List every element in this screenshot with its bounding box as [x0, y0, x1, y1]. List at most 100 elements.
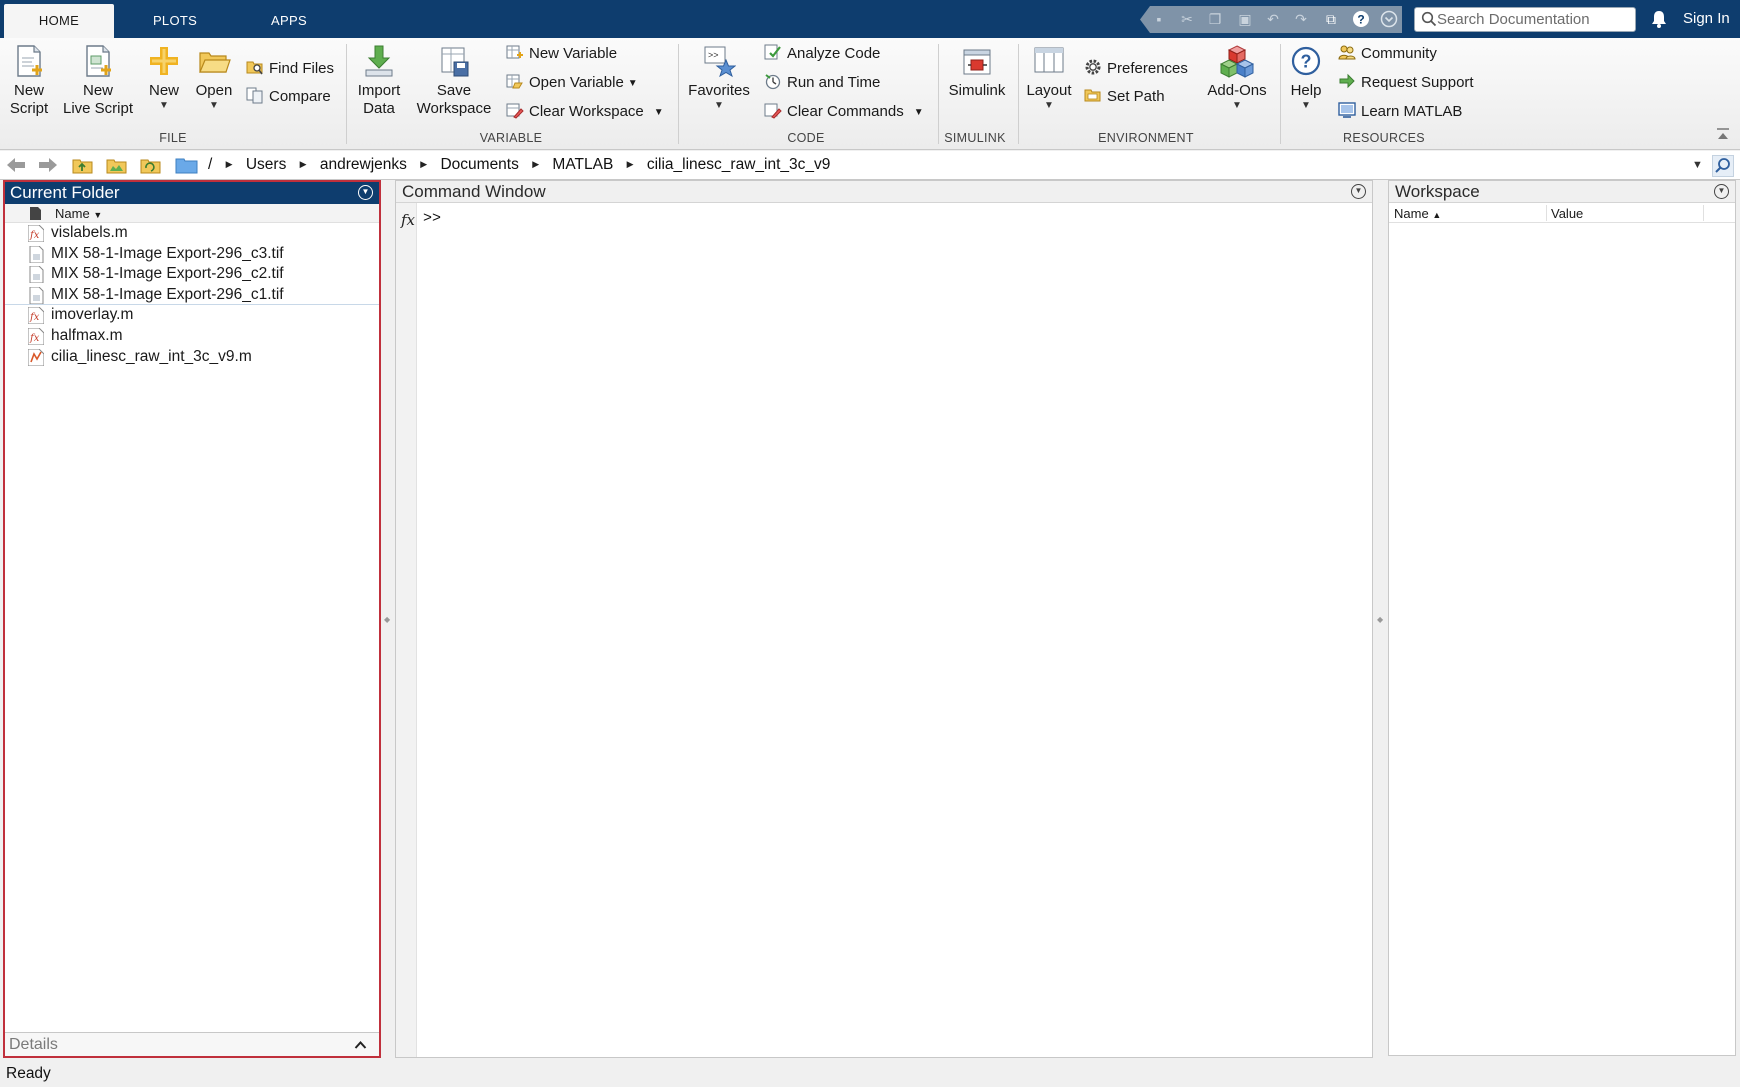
- simulink-button[interactable]: Simulink: [944, 44, 1010, 100]
- breadcrumb-matlab[interactable]: MATLAB: [552, 156, 613, 173]
- file-row[interactable]: MIX 58-1-Image Export-296_c2.tif: [5, 264, 379, 285]
- help-label: Help: [1290, 82, 1322, 99]
- search-folder-button[interactable]: [1712, 155, 1734, 177]
- save-workspace-button[interactable]: Save Workspace: [414, 44, 494, 118]
- workspace-table-header: Name ▲ Value: [1389, 203, 1735, 223]
- favorites-label: Favorites: [688, 82, 750, 99]
- breadcrumb-current-folder[interactable]: cilia_linesc_raw_int_3c_v9: [647, 156, 831, 173]
- favorites-button[interactable]: >> Favorites ▼: [686, 44, 752, 112]
- compare-button[interactable]: Compare: [246, 86, 331, 108]
- current-folder-panel: Current Folder ▼ Name ▼ fx vislabels.m M…: [3, 180, 381, 1058]
- file-type-column-icon[interactable]: [30, 207, 41, 220]
- search-input[interactable]: [1437, 10, 1631, 29]
- clear-commands-button[interactable]: Clear Commands ▼: [764, 101, 924, 123]
- file-list-header: Name ▼: [5, 204, 379, 223]
- command-prompt[interactable]: >>: [423, 210, 441, 227]
- run-and-time-button[interactable]: Run and Time: [764, 72, 880, 94]
- preferences-button[interactable]: Preferences: [1084, 58, 1188, 80]
- breadcrumb-separator-icon: ▶: [532, 159, 540, 169]
- switch-windows-icon[interactable]: ⧉: [1322, 10, 1340, 28]
- analyze-code-button[interactable]: Analyze Code: [764, 43, 880, 65]
- panel-actions-icon[interactable]: ▼: [1714, 184, 1729, 199]
- clear-workspace-label: Clear Workspace: [529, 103, 644, 120]
- import-data-button[interactable]: Import Data: [354, 44, 404, 118]
- undo-icon[interactable]: ↶: [1264, 10, 1282, 28]
- save-icon[interactable]: ▪: [1150, 10, 1168, 28]
- paste-icon[interactable]: ▣: [1236, 10, 1254, 28]
- group-separator: [1280, 44, 1281, 144]
- tab-home[interactable]: HOME: [4, 4, 114, 38]
- help-button[interactable]: ? Help ▼: [1286, 44, 1326, 112]
- refresh-folder-icon[interactable]: [140, 156, 162, 174]
- copy-icon[interactable]: ❐: [1206, 10, 1224, 28]
- breadcrumb-documents[interactable]: Documents: [440, 156, 518, 173]
- help-icon[interactable]: ?: [1352, 10, 1370, 28]
- compare-icon: [246, 87, 263, 104]
- panel-actions-icon[interactable]: ▼: [358, 185, 373, 200]
- layout-button[interactable]: Layout ▼: [1024, 44, 1074, 112]
- splitter-handle[interactable]: ◆: [1377, 614, 1383, 626]
- splitter-handle[interactable]: ◆: [384, 614, 390, 626]
- file-row[interactable]: cilia_linesc_raw_int_3c_v9.m: [5, 347, 379, 368]
- clear-workspace-button[interactable]: Clear Workspace ▼: [506, 101, 664, 123]
- up-one-level-icon[interactable]: [72, 156, 94, 174]
- request-support-button[interactable]: Request Support: [1338, 72, 1474, 94]
- community-button[interactable]: Community: [1338, 43, 1437, 65]
- new-button[interactable]: New ▼: [144, 44, 184, 112]
- collapse-toolstrip-icon[interactable]: [1716, 127, 1730, 141]
- notification-bell-icon[interactable]: [1650, 9, 1668, 29]
- find-files-button[interactable]: Find Files: [246, 58, 334, 80]
- cut-icon[interactable]: ✂: [1178, 10, 1196, 28]
- group-separator: [1018, 44, 1019, 144]
- tab-apps[interactable]: APPS: [234, 4, 344, 38]
- browse-folder-icon[interactable]: [106, 156, 128, 174]
- new-live-script-button[interactable]: New Live Script: [60, 44, 136, 118]
- back-arrow-icon[interactable]: [5, 156, 27, 174]
- new-variable-button[interactable]: New Variable: [506, 43, 617, 65]
- compare-label: Compare: [269, 88, 331, 105]
- file-row[interactable]: fx imoverlay.m: [5, 305, 379, 326]
- breadcrumb-root[interactable]: /: [208, 156, 212, 173]
- community-label: Community: [1361, 45, 1437, 62]
- panel-actions-icon[interactable]: ▼: [1351, 184, 1366, 199]
- environment-group-label: ENVIRONMENT: [1098, 131, 1194, 145]
- customize-toolbar-icon[interactable]: [1380, 10, 1398, 28]
- chevron-up-icon[interactable]: [354, 1033, 367, 1057]
- forward-arrow-icon[interactable]: [37, 156, 59, 174]
- name-column-header[interactable]: Name ▼: [55, 206, 102, 221]
- save-workspace-label-1: Save: [436, 82, 472, 99]
- new-script-button[interactable]: New Script: [6, 44, 52, 118]
- column-divider[interactable]: [1546, 205, 1547, 221]
- details-pane[interactable]: Details: [5, 1032, 379, 1056]
- set-path-icon: [1084, 89, 1101, 102]
- search-documentation[interactable]: [1414, 7, 1636, 32]
- open-button[interactable]: Open ▼: [192, 44, 236, 112]
- sign-in-link[interactable]: Sign In: [1683, 10, 1730, 27]
- tab-plots[interactable]: PLOTS: [120, 4, 230, 38]
- redo-icon[interactable]: ↷: [1292, 10, 1310, 28]
- new-script-label-2: Script: [9, 100, 49, 117]
- file-row[interactable]: fx vislabels.m: [5, 223, 379, 244]
- function-browser-icon[interactable]: fx: [401, 211, 415, 229]
- file-row[interactable]: MIX 58-1-Image Export-296_c3.tif: [5, 244, 379, 265]
- add-ons-button[interactable]: Add-Ons ▼: [1202, 44, 1272, 112]
- file-row[interactable]: MIX 58-1-Image Export-296_c1.tif: [5, 285, 379, 306]
- simulink-group-label: SIMULINK: [944, 131, 1006, 145]
- breadcrumb-users[interactable]: Users: [246, 156, 286, 173]
- address-history-dropdown-icon[interactable]: ▼: [1692, 159, 1703, 171]
- learn-matlab-button[interactable]: Learn MATLAB: [1338, 101, 1462, 123]
- workspace-value-column[interactable]: Value: [1551, 206, 1583, 221]
- save-workspace-label-2: Workspace: [416, 100, 492, 117]
- column-divider[interactable]: [1703, 205, 1704, 221]
- new-live-script-label-1: New: [82, 82, 113, 99]
- sort-ascending-icon: ▲: [1432, 210, 1442, 220]
- command-window-panel[interactable]: Command Window ▼ fx >>: [395, 180, 1373, 1058]
- command-window-title: Command Window: [402, 182, 546, 201]
- open-variable-button[interactable]: Open Variable ▼: [506, 72, 638, 94]
- set-path-button[interactable]: Set Path: [1084, 86, 1165, 108]
- workspace-panel: Workspace ▼ Name ▲ Value: [1388, 180, 1736, 1056]
- breadcrumb-andrewjenks[interactable]: andrewjenks: [320, 156, 407, 173]
- file-row[interactable]: fx halfmax.m: [5, 326, 379, 347]
- workspace-name-column[interactable]: Name ▲: [1394, 206, 1441, 221]
- community-icon: [1338, 45, 1356, 60]
